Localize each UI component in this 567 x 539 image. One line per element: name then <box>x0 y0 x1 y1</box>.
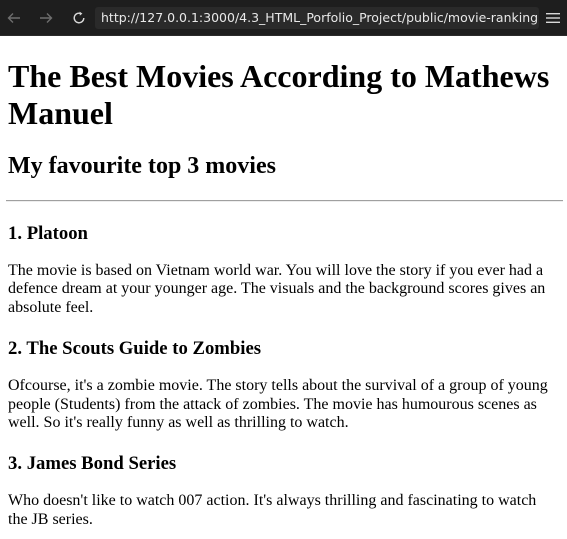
address-bar[interactable]: http://127.0.0.1:3000/4.3_HTML_Porfolio_… <box>95 7 539 29</box>
menu-button[interactable] <box>543 0 563 36</box>
movie-heading-2: 2. The Scouts Guide to Zombies <box>8 338 262 360</box>
movie-description-1: The movie is based on Vietnam world war.… <box>8 262 546 316</box>
arrow-right-icon <box>40 13 53 23</box>
browser-toolbar: http://127.0.0.1:3000/4.3_HTML_Porfolio_… <box>0 0 567 36</box>
page-title: The Best Movies According to Mathews Man… <box>8 58 550 131</box>
page-subtitle: My favourite top 3 movies <box>8 153 276 179</box>
url-text: http://127.0.0.1:3000/4.3_HTML_Porfolio_… <box>101 10 539 25</box>
movie-description-3: Who doesn't like to watch 007 action. It… <box>8 492 537 528</box>
back-button[interactable] <box>2 0 26 36</box>
arrow-left-icon <box>7 13 20 23</box>
movie-heading-1: 1. Platoon <box>8 223 88 244</box>
reload-button[interactable] <box>67 0 91 36</box>
hamburger-menu-icon <box>546 13 560 23</box>
reload-icon <box>73 11 85 24</box>
movie-description-2: Ofcourse, it's a zombie movie. The story… <box>8 377 548 432</box>
divider <box>6 200 563 202</box>
forward-button[interactable] <box>34 0 58 36</box>
movie-heading-3: 3. James Bond Series <box>8 453 177 475</box>
page-content: The Best Movies According to Mathews Man… <box>0 36 567 539</box>
